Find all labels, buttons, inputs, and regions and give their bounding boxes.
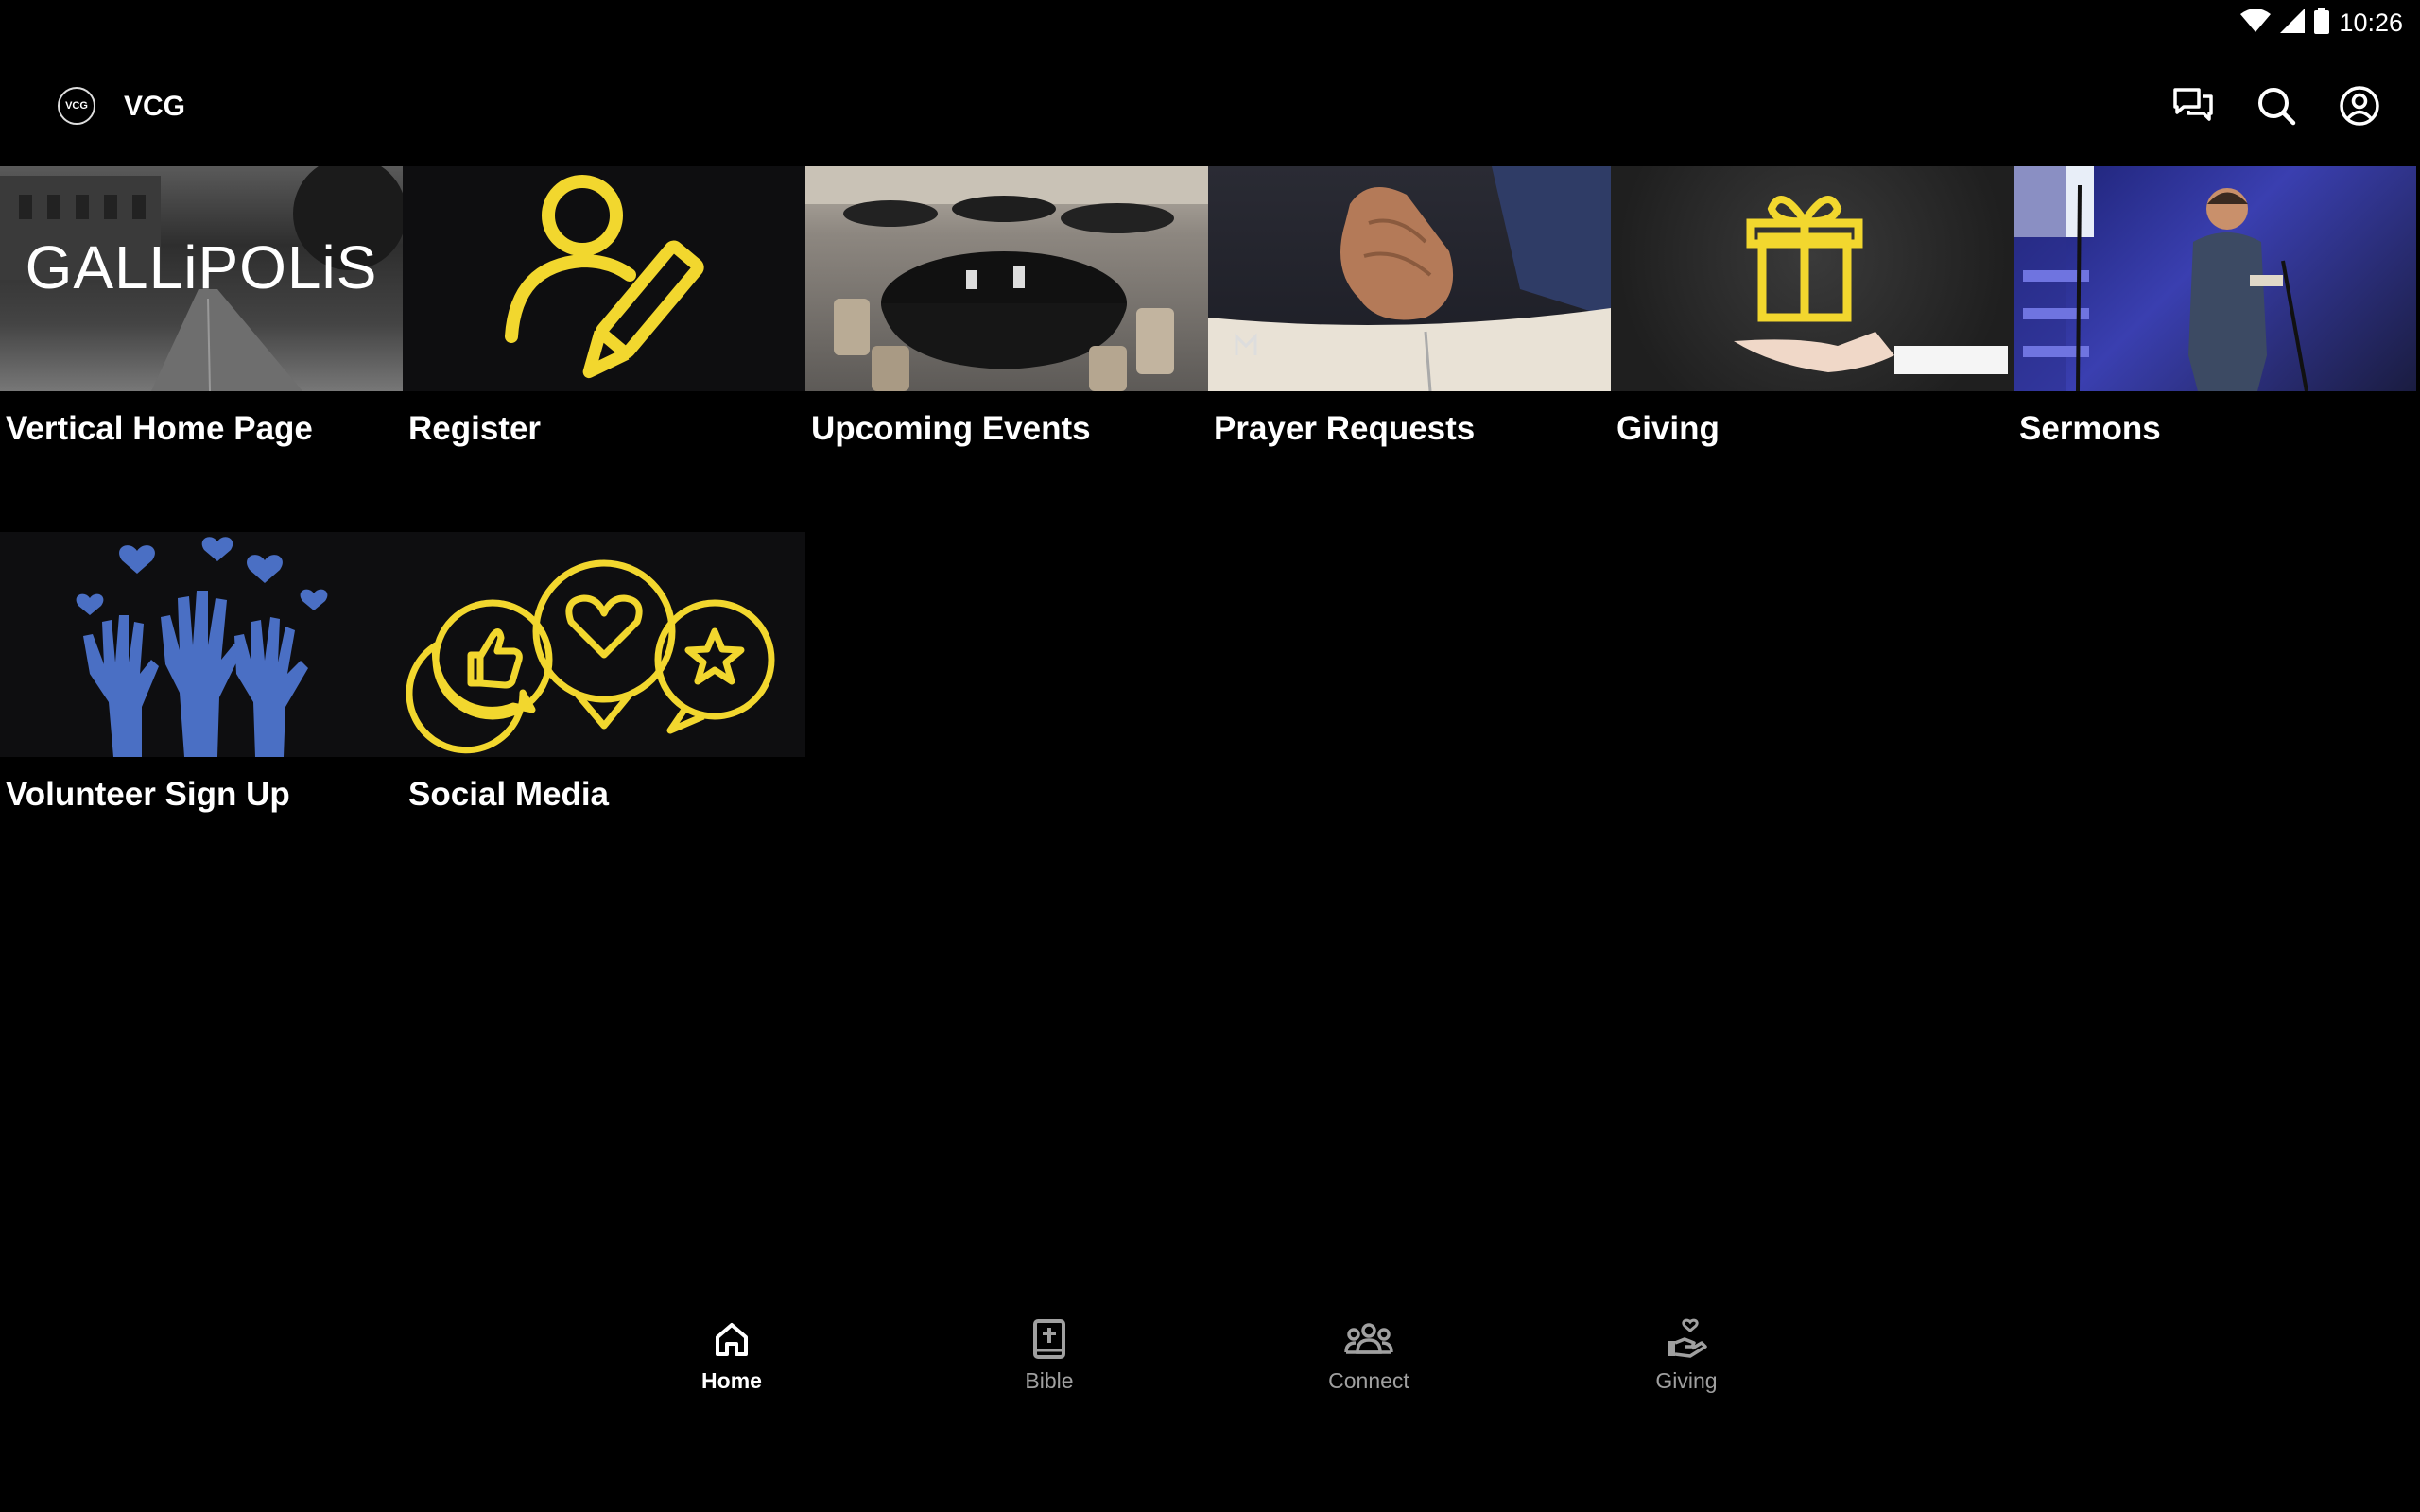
nav-home[interactable]: Home: [656, 1314, 807, 1394]
giving-hand-icon: [1611, 1314, 1762, 1365]
tile-image: [1208, 166, 1611, 391]
status-time: 10:26: [2339, 9, 2403, 37]
tile-image: [1611, 166, 2014, 391]
bible-icon: [974, 1314, 1125, 1365]
tile-image: [403, 166, 805, 391]
tile-label: Upcoming Events: [811, 410, 1091, 447]
tile-image: [2014, 166, 2416, 391]
register-person-icon: [505, 175, 704, 379]
home-icon: [656, 1314, 807, 1365]
tile-giving[interactable]: Giving: [1611, 166, 2014, 448]
tile-label: Sermons: [2019, 410, 2161, 447]
tile-image: [0, 532, 403, 757]
tile-label: Volunteer Sign Up: [6, 776, 290, 813]
nav-label: Giving: [1655, 1368, 1718, 1393]
social-bubbles-icon: [406, 559, 775, 754]
tile-label: Vertical Home Page: [6, 410, 313, 447]
tile-sermons[interactable]: Sermons: [2014, 166, 2416, 448]
tile-register[interactable]: Register: [403, 166, 805, 448]
status-bar: 10:26: [0, 0, 2420, 47]
bottom-navigation: Home Bible Connect Giving: [0, 1314, 2420, 1427]
tile-upcoming-events[interactable]: Upcoming Events: [805, 166, 1208, 448]
tile-label: Register: [408, 410, 542, 447]
nav-bible[interactable]: Bible: [974, 1314, 1125, 1394]
tile-volunteer-sign-up[interactable]: Volunteer Sign Up: [0, 532, 403, 814]
tile-image: [403, 532, 805, 757]
thumb-text: GALLiPOLiS: [25, 233, 378, 301]
raised-hands-icon: [76, 537, 328, 757]
people-icon: [1293, 1314, 1444, 1365]
wifi-icon: [2240, 9, 2272, 38]
tile-label: Social Media: [408, 776, 610, 813]
nav-label: Home: [701, 1368, 762, 1393]
app-title: VCG: [124, 91, 186, 122]
nav-giving[interactable]: Giving: [1611, 1314, 1762, 1394]
nav-connect[interactable]: Connect: [1293, 1314, 1444, 1394]
tile-image: GALLiPOLiS: [0, 166, 403, 391]
signal-icon: [2280, 9, 2306, 38]
battery-icon: [2314, 8, 2330, 39]
gift-icon: [1734, 196, 2008, 374]
tile-vertical-home-page[interactable]: GALLiPOLiS Vertical Home Page: [0, 166, 403, 448]
status-right: 10:26: [2240, 8, 2403, 39]
tile-label: Giving: [1616, 410, 1720, 447]
chat-icon[interactable]: [2170, 83, 2216, 129]
nav-label: Connect: [1328, 1368, 1409, 1393]
app-actions: [2170, 83, 2382, 129]
search-icon[interactable]: [2254, 83, 2299, 129]
tile-label: Prayer Requests: [1214, 410, 1476, 447]
app-logo[interactable]: VCG: [58, 87, 95, 125]
nav-label: Bible: [1025, 1368, 1074, 1393]
tile-prayer-requests[interactable]: Prayer Requests: [1208, 166, 1611, 448]
app-bar: VCG VCG: [0, 76, 2420, 136]
account-icon[interactable]: [2337, 83, 2382, 129]
tile-social-media[interactable]: Social Media: [403, 532, 805, 814]
tile-image: [805, 166, 1208, 391]
